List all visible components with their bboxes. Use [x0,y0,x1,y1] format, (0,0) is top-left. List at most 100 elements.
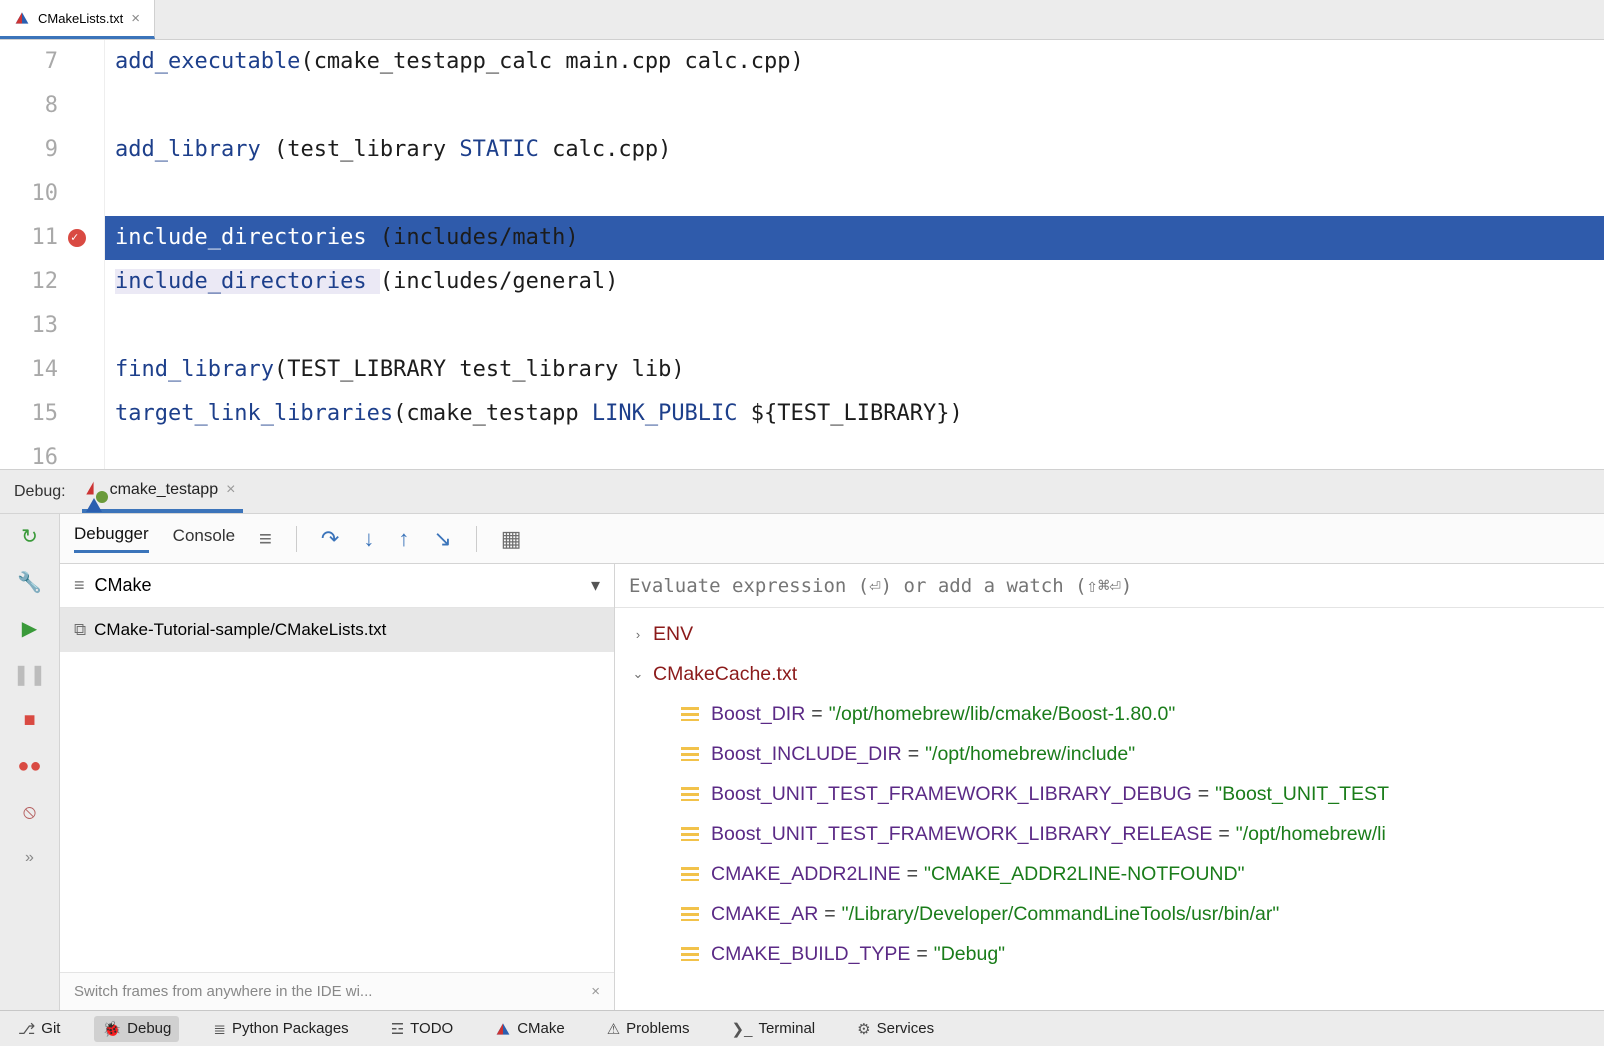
breakpoint-icon[interactable] [68,229,86,247]
line-number: 11 [0,216,92,260]
toolwindow-python-packages[interactable]: ≣ Python Packages [205,1016,356,1042]
variable-name: Boost_UNIT_TEST_FRAMEWORK_LIBRARY_RELEAS… [711,823,1212,846]
code-line[interactable] [105,304,1604,348]
tree-variable[interactable]: Boost_UNIT_TEST_FRAMEWORK_LIBRARY_RELEAS… [615,814,1604,854]
evaluate-icon[interactable]: ▦ [501,526,522,552]
code-line[interactable]: include_directories (includes/math) [105,216,1604,260]
frame-icon: ⧉ [74,620,86,640]
tab-debugger[interactable]: Debugger [74,524,149,553]
tree-variable[interactable]: CMAKE_AR = "/Library/Developer/CommandLi… [615,894,1604,934]
evaluate-expression-input[interactable] [615,564,1604,608]
line-number: 10 [0,172,92,216]
bb-label: Services [877,1020,935,1037]
toolwindow-debug[interactable]: 🐞 Debug [94,1016,179,1042]
frame-row[interactable]: ⧉ CMake-Tutorial-sample/CMakeLists.txt [60,608,614,652]
line-number: 12 [0,260,92,304]
line-number: 7 [0,40,92,84]
code-line[interactable]: add_library (test_library STATIC calc.cp… [105,128,1604,172]
debug-toolwindow-header: Debug: cmake_testapp × [0,470,1604,514]
run-config-name: cmake_testapp [110,481,219,499]
line-number: 9 [0,128,92,172]
variable-name: CMAKE_BUILD_TYPE [711,943,910,966]
code-editor[interactable]: 78910111213141516 add_executable(cmake_t… [0,40,1604,470]
rerun-icon[interactable]: ↻ [18,524,42,548]
mute-breakpoints-icon[interactable]: ⦸ [18,800,42,824]
toolwindow-git[interactable]: ⎇ Git [10,1016,68,1042]
frames-thread-dropdown[interactable]: ≡ CMake ▾ [60,564,614,608]
bb-label: Git [41,1020,60,1037]
stop-icon[interactable]: ■ [18,708,42,732]
debug-main: Debugger Console ≡ ↷ ↓ ↑ ↘ ▦ ≡ CMake ▾ [60,514,1604,1010]
close-icon[interactable]: × [226,481,235,499]
variable-icon [681,907,699,921]
tree-variable[interactable]: Boost_INCLUDE_DIR = "/opt/homebrew/inclu… [615,734,1604,774]
code-line[interactable] [105,436,1604,470]
step-out-icon[interactable]: ↑ [398,526,409,552]
toolwindow-terminal[interactable]: ❯_ Terminal [724,1016,824,1042]
tree-node-env[interactable]: › ENV [615,614,1604,654]
code-line[interactable] [105,84,1604,128]
frames-pane: ≡ CMake ▾ ⧉ CMake-Tutorial-sample/CMakeL… [60,564,615,1010]
toolwindow-todo[interactable]: ☲ TODO [383,1016,462,1042]
equals: = [916,943,927,966]
chevron-right-icon[interactable]: › [629,627,647,642]
line-number: 13 [0,304,92,348]
toolwindow-problems[interactable]: ⚠ Problems [599,1016,698,1042]
watch-input[interactable] [629,575,1604,597]
code-line[interactable]: include_directories (includes/general) [105,260,1604,304]
code-line[interactable] [105,172,1604,216]
variable-name: CMAKE_AR [711,903,818,926]
run-to-cursor-icon[interactable]: ↘ [433,526,451,552]
thread-dump-icon[interactable]: ≡ [259,526,272,552]
variable-icon [681,827,699,841]
debug-run-config-tab[interactable]: cmake_testapp × [82,470,244,513]
equals: = [1218,823,1229,846]
variable-icon [681,947,699,961]
variable-value: "CMAKE_ADDR2LINE-NOTFOUND" [924,863,1244,886]
close-icon[interactable]: × [131,10,140,27]
variable-value: "/Library/Developer/CommandLineTools/usr… [842,903,1280,926]
variable-icon [681,707,699,721]
bb-label: CMake [517,1020,565,1037]
bug-icon: 🐞 [102,1020,121,1038]
tree-variable[interactable]: CMAKE_ADDR2LINE = "CMAKE_ADDR2LINE-NOTFO… [615,854,1604,894]
editor-gutter: 78910111213141516 [0,40,105,469]
bb-label: Python Packages [232,1020,349,1037]
variable-name: Boost_INCLUDE_DIR [711,743,902,766]
file-tab-cmakelists[interactable]: CMakeLists.txt × [0,0,155,39]
tree-node-label: ENV [653,623,693,646]
code-line[interactable]: find_library(TEST_LIBRARY test_library l… [105,348,1604,392]
tree-node-cmakecache[interactable]: ⌄CMakeCache.txt [615,654,1604,694]
toolwindow-services[interactable]: ⚙ Services [849,1016,942,1042]
line-number: 14 [0,348,92,392]
settings-icon[interactable]: 🔧 [18,570,42,594]
code-line[interactable]: target_link_libraries(cmake_testapp LINK… [105,392,1604,436]
tree-variable[interactable]: CMAKE_BUILD_TYPE = "Debug" [615,934,1604,974]
view-breakpoints-icon[interactable]: ●● [18,754,42,778]
editor-tab-bar: CMakeLists.txt × [0,0,1604,40]
pause-icon[interactable]: ❚❚ [18,662,42,686]
chevron-down-icon[interactable]: ⌄ [629,666,647,682]
services-icon: ⚙ [857,1020,870,1038]
bottom-toolwindow-bar: ⎇ Git 🐞 Debug ≣ Python Packages ☲ TODO C… [0,1010,1604,1046]
variable-icon [681,747,699,761]
variables-tree[interactable]: › ENV ⌄CMakeCache.txtBoost_DIR = "/opt/hom… [615,608,1604,1010]
code-line[interactable]: add_executable(cmake_testapp_calc main.c… [105,40,1604,84]
close-icon[interactable]: × [591,983,600,1000]
tab-console[interactable]: Console [173,526,235,552]
cmake-icon [497,1023,510,1034]
problems-icon: ⚠ [607,1020,620,1038]
variable-name: Boost_UNIT_TEST_FRAMEWORK_LIBRARY_DEBUG [711,783,1192,806]
resume-icon[interactable]: ▶ [18,616,42,640]
step-into-icon[interactable]: ↓ [363,526,374,552]
stack-icon: ≡ [74,575,85,596]
editor-code-area[interactable]: add_executable(cmake_testapp_calc main.c… [105,40,1604,469]
toolwindow-cmake[interactable]: CMake [487,1016,573,1041]
more-icon[interactable]: » [18,846,42,870]
step-over-icon[interactable]: ↷ [321,526,339,552]
tree-variable[interactable]: Boost_UNIT_TEST_FRAMEWORK_LIBRARY_DEBUG … [615,774,1604,814]
equals: = [811,703,822,726]
tree-variable[interactable]: Boost_DIR = "/opt/homebrew/lib/cmake/Boo… [615,694,1604,734]
equals: = [1198,783,1209,806]
debugger-panes: ≡ CMake ▾ ⧉ CMake-Tutorial-sample/CMakeL… [60,564,1604,1010]
